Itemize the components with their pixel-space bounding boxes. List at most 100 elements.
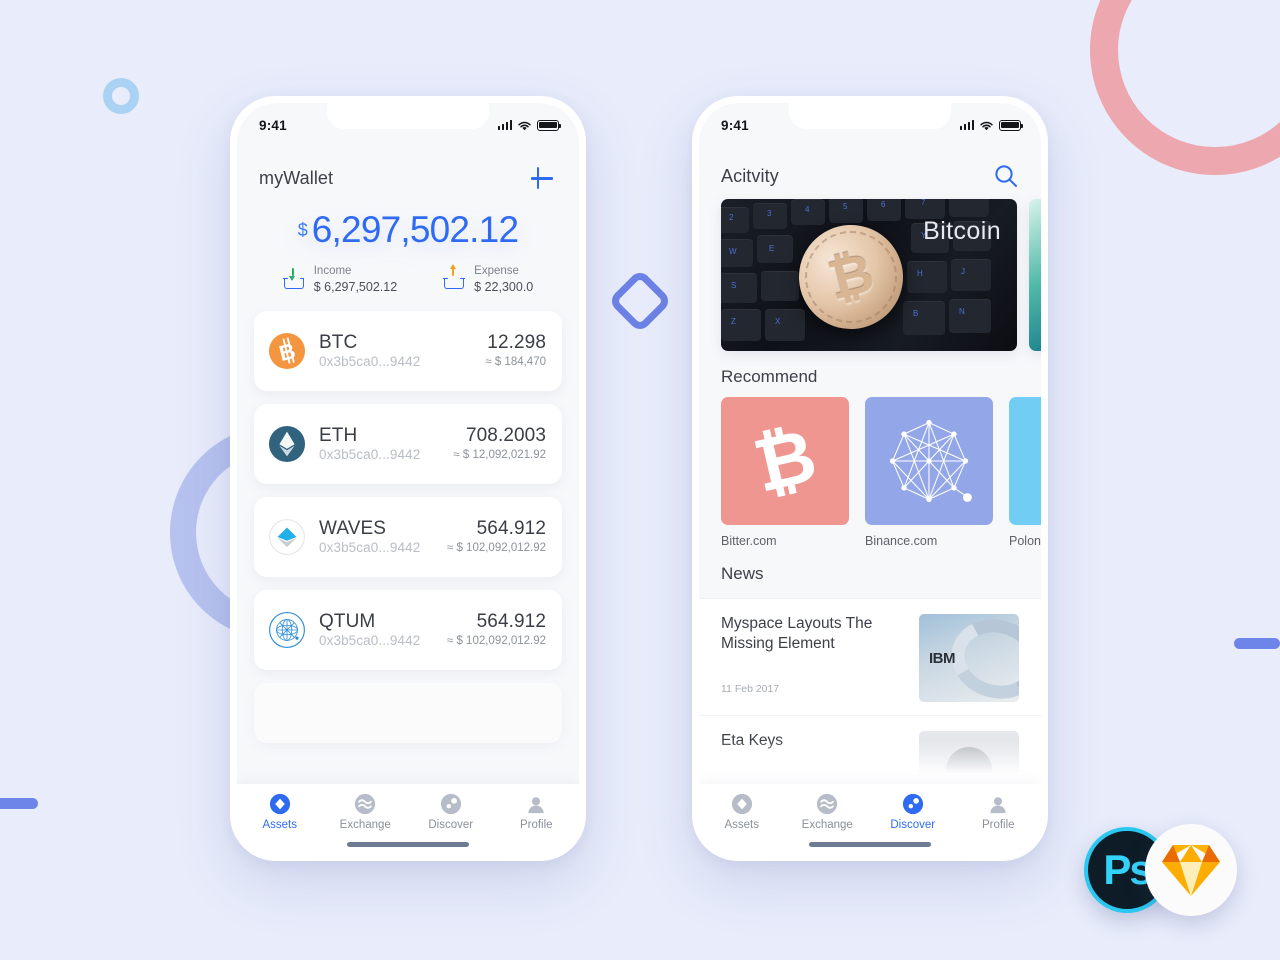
- recommend-tile: [865, 397, 993, 525]
- decorative-bar-left: [0, 798, 38, 809]
- bitcoin-coin-photo: ₿: [787, 213, 915, 341]
- asset-symbol: WAVES: [319, 517, 387, 539]
- list-item[interactable]: Myspace Layouts The Missing Element 11 F…: [699, 598, 1041, 715]
- waves-coin-icon: [268, 518, 306, 555]
- news-list[interactable]: Myspace Layouts The Missing Element 11 F…: [699, 598, 1041, 784]
- news-title: Eta Keys: [721, 732, 784, 749]
- asset-symbol: ETH: [319, 424, 358, 446]
- diamond-badge-icon: [269, 793, 290, 815]
- asset-symbol: QTUM: [319, 610, 376, 632]
- tab-label: Discover: [428, 819, 474, 831]
- table-row[interactable]: QTUM 0x3b5ca0...9442 564.912 ≈ $ 102,092…: [254, 589, 562, 670]
- tab-label: Exchange: [801, 819, 853, 831]
- status-time: 9:41: [259, 117, 287, 133]
- news-date: 11 Feb 2017: [721, 682, 780, 695]
- recommend-list[interactable]: ₿ Bitter.com Binance.com Polon: [699, 397, 1041, 548]
- sketch-gem-icon: [1162, 845, 1220, 896]
- balance-line: $ 6,297,502.12: [297, 209, 519, 250]
- photoshop-label: Ps: [1103, 846, 1152, 893]
- tab-label: Exchange: [339, 819, 391, 831]
- recommend-name: Binance.com: [865, 534, 938, 548]
- status-icons: [497, 119, 562, 131]
- tab-discover[interactable]: Discover: [870, 793, 956, 831]
- list-item[interactable]: Eta Keys: [699, 715, 1041, 784]
- cloud-icon: [1038, 436, 1041, 486]
- asset-address: 0x3b5ca0...9442: [319, 353, 421, 369]
- network-graph-icon: [889, 419, 972, 503]
- news-thumbnail: IBM: [919, 614, 1019, 702]
- upload-tray-icon: [443, 264, 465, 290]
- assets-header: myWallet: [237, 143, 579, 197]
- asset-fiat-value: ≈ $ 102,092,012.92: [446, 542, 546, 555]
- tab-label: Assets: [724, 819, 759, 831]
- search-icon[interactable]: [993, 163, 1019, 189]
- table-row[interactable]: B BTC 0x3b5ca0...9442 12.298 ≈ $ 184,470: [254, 310, 562, 391]
- tab-discover[interactable]: Discover: [408, 793, 494, 831]
- recommend-name: Poloniex: [1009, 534, 1041, 548]
- banner-secondary[interactable]: [1029, 199, 1041, 351]
- banner-bitcoin[interactable]: 2 3 4 5 6 7 W E Y S H J Z X B N ₿ Bitcoi…: [721, 199, 1017, 351]
- phone-mockup-discover: 9:41 Acitvity 2 3 4 5 6 7 W E Y S H J Z …: [692, 96, 1048, 861]
- table-row[interactable]: ETH 0x3b5ca0...9442 708.2003 ≈ $ 12,092,…: [254, 403, 562, 484]
- bitcoin-b-icon: ₿: [746, 413, 824, 508]
- page-title: Acitvity: [721, 165, 779, 186]
- income-item: Income $ 6,297,502.12: [283, 264, 397, 295]
- person-icon: [528, 797, 544, 814]
- discover-content[interactable]: 2 3 4 5 6 7 W E Y S H J Z X B N ₿ Bitcoi…: [699, 193, 1041, 784]
- signal-bars-icon: [959, 120, 974, 130]
- discover-screen: 9:41 Acitvity 2 3 4 5 6 7 W E Y S H J Z …: [699, 103, 1041, 854]
- status-time: 9:41: [721, 117, 749, 133]
- banner-caption: Bitcoin: [923, 217, 1001, 245]
- status-bar: 9:41: [237, 103, 579, 143]
- asset-amount: 12.298: [487, 332, 546, 354]
- news-thumbnail: [919, 731, 1019, 784]
- table-row[interactable]: WAVES 0x3b5ca0...9442 564.912 ≈ $ 102,09…: [254, 496, 562, 577]
- expense-item: Expense $ 22,300.0: [443, 264, 533, 295]
- decorative-bar-right: [1234, 638, 1280, 649]
- waves-swap-icon: [817, 793, 838, 815]
- phone-mockup-assets: 9:41 myWallet $ 6,297,502.12 Income $ 6,…: [230, 96, 586, 861]
- tab-label: Profile: [981, 819, 1015, 831]
- tab-assets[interactable]: Assets: [237, 793, 323, 831]
- asset-address: 0x3b5ca0...9442: [319, 446, 421, 462]
- table-row-partial[interactable]: [254, 682, 562, 743]
- list-item[interactable]: ₿ Bitter.com: [721, 397, 849, 548]
- banner-carousel[interactable]: 2 3 4 5 6 7 W E Y S H J Z X B N ₿ Bitcoi…: [699, 193, 1041, 351]
- plus-icon[interactable]: [527, 163, 557, 193]
- home-indicator: [809, 842, 931, 847]
- asset-address: 0x3b5ca0...9442: [319, 632, 421, 648]
- balance-amount: 6,297,502.12: [311, 209, 519, 250]
- asset-fiat-value: ≈ $ 102,092,012.92: [446, 635, 546, 648]
- asset-amount: 564.912: [476, 611, 546, 633]
- asset-list[interactable]: B BTC 0x3b5ca0...9442 12.298 ≈ $ 184,470: [237, 299, 579, 784]
- tab-assets[interactable]: Assets: [699, 793, 785, 831]
- decorative-blue-ring: [103, 78, 139, 114]
- signal-bars-icon: [497, 120, 512, 130]
- recommend-tile: [1009, 397, 1041, 525]
- asset-address: 0x3b5ca0...9442: [319, 539, 421, 555]
- qtum-coin-icon: [269, 611, 305, 648]
- diamond-badge-icon: [731, 793, 752, 815]
- waves-swap-icon: [355, 793, 376, 815]
- bottom-tab-bar: Assets Exchange Discover Profile: [237, 784, 579, 854]
- list-item[interactable]: Binance.com: [865, 397, 993, 548]
- page-title: myWallet: [259, 167, 334, 188]
- wifi-icon: [980, 121, 993, 130]
- decorative-pink-ring: [1090, 0, 1280, 175]
- bitcoin-coin-icon: B: [268, 332, 306, 369]
- balance-currency-symbol: $: [297, 220, 308, 240]
- tab-exchange[interactable]: Exchange: [323, 793, 409, 831]
- income-expense-row: Income $ 6,297,502.12 Expense $ 22,300.0: [237, 264, 579, 295]
- income-value: $ 6,297,502.12: [313, 279, 398, 294]
- tab-label: Profile: [519, 819, 553, 831]
- list-item[interactable]: Poloniex: [1009, 397, 1041, 548]
- asset-amount: 564.912: [476, 518, 546, 540]
- tab-exchange[interactable]: Exchange: [785, 793, 871, 831]
- expense-label: Expense: [474, 265, 519, 277]
- compass-icon: [902, 793, 923, 815]
- tab-profile[interactable]: Profile: [956, 793, 1042, 831]
- download-tray-icon: [283, 268, 305, 290]
- tab-profile[interactable]: Profile: [494, 793, 580, 831]
- expense-value: $ 22,300.0: [474, 279, 534, 294]
- compass-icon: [440, 793, 461, 815]
